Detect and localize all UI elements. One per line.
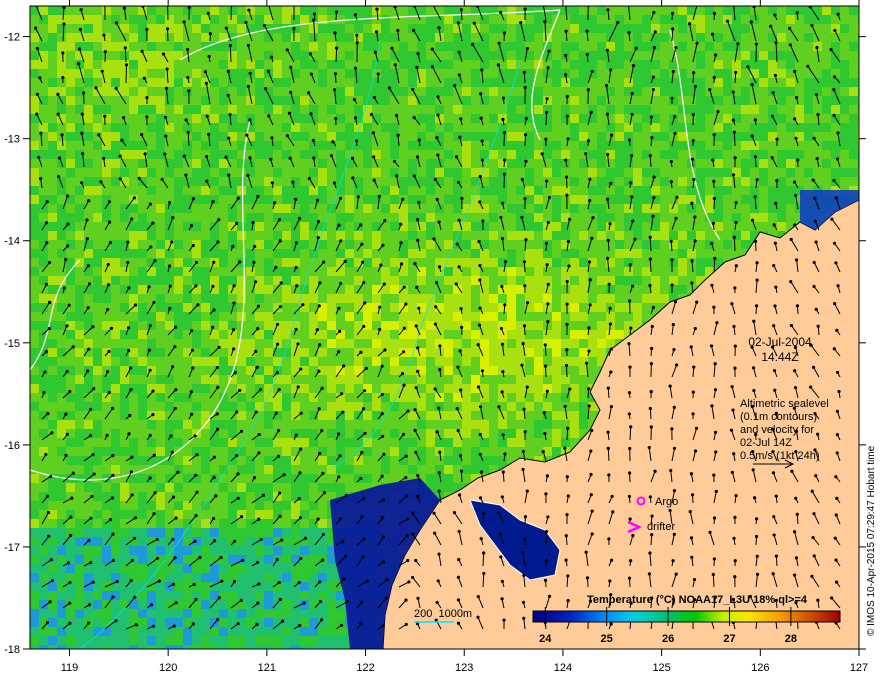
legend-line: 0.5m/s (1kt 24h) bbox=[740, 450, 820, 462]
colorbar-tick-label: 24 bbox=[539, 633, 552, 645]
lat-tick-label: -14 bbox=[4, 236, 20, 248]
colorbar-tick-label: 26 bbox=[662, 633, 674, 645]
bathy-legend-label: 200 1000m bbox=[414, 608, 472, 620]
lat-tick-label: -16 bbox=[4, 440, 20, 452]
colorbar-gradient bbox=[532, 610, 841, 623]
lon-tick-label: 123 bbox=[455, 662, 473, 674]
lat-tick-label: -12 bbox=[4, 32, 20, 44]
lat-tick-label: -18 bbox=[4, 644, 20, 656]
lat-tick-label: -17 bbox=[4, 542, 20, 554]
legend-line: 02-Jul 14Z bbox=[740, 437, 792, 449]
colorbar-title: Temperature (°C) NOAA17_L3U 18% ql>=4 bbox=[587, 594, 808, 606]
lon-tick-label: 124 bbox=[554, 662, 572, 674]
lon-tick-label: 125 bbox=[652, 662, 670, 674]
argo-label: Argo bbox=[655, 496, 678, 508]
lat-tick-label: -13 bbox=[4, 134, 20, 146]
lon-tick-label: 119 bbox=[61, 662, 79, 674]
map-date: 02-Jul-2004 bbox=[748, 335, 812, 349]
lat-tick-label: -15 bbox=[4, 338, 20, 350]
velocity-legend: Altimetric sealevel (0.1m contours) and … bbox=[740, 398, 829, 463]
lon-tick-label: 122 bbox=[356, 662, 374, 674]
colorbar-tick-label: 25 bbox=[601, 633, 613, 645]
legend-line: Altimetric sealevel bbox=[740, 398, 829, 410]
lon-tick-label: 127 bbox=[850, 662, 868, 674]
legend-line: (0.1m contours) bbox=[740, 411, 818, 423]
lon-tick-label: 120 bbox=[159, 662, 177, 674]
colorbar-tick-label: 27 bbox=[723, 633, 735, 645]
lon-tick-label: 121 bbox=[258, 662, 276, 674]
map-time: 14:44Z bbox=[761, 350, 799, 364]
lon-tick-label: 126 bbox=[751, 662, 769, 674]
colorbar-tick-label: 28 bbox=[785, 633, 797, 645]
legend-line: and velocity for bbox=[740, 424, 814, 436]
drifter-label: drifter bbox=[647, 521, 675, 533]
credit-text: © IMOS 10-Apr-2015 07:29:47 Hobart time bbox=[866, 445, 877, 636]
